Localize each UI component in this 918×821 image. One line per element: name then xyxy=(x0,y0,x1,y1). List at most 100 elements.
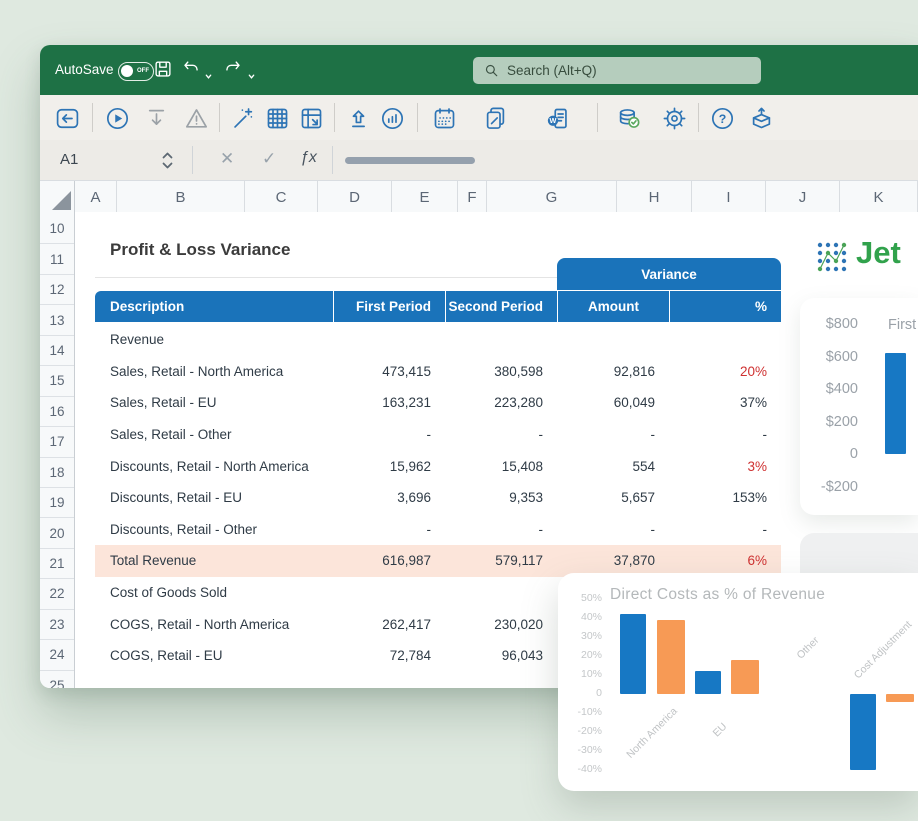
variance-header[interactable]: Variance xyxy=(557,258,781,290)
value-cell[interactable]: 60,049 xyxy=(557,387,669,419)
cell-stepper[interactable] xyxy=(160,147,174,173)
alerts-button[interactable] xyxy=(180,102,212,134)
value-cell[interactable]: - xyxy=(669,514,781,546)
value-cell[interactable]: 616,987 xyxy=(333,545,445,577)
cancel-icon[interactable]: ✕ xyxy=(220,149,234,169)
save-icon[interactable] xyxy=(152,58,174,80)
database-check-button[interactable] xyxy=(612,102,644,134)
value-cell[interactable]: 380,598 xyxy=(445,356,557,388)
column-header-G[interactable]: G xyxy=(487,181,617,213)
redo-icon[interactable] xyxy=(222,58,244,80)
magic-wand-button[interactable] xyxy=(227,102,259,134)
value-cell[interactable]: 92,816 xyxy=(557,356,669,388)
column-header-I[interactable]: I xyxy=(692,181,766,213)
row-header-18[interactable]: 18 xyxy=(40,458,74,488)
column-header-C[interactable]: C xyxy=(245,181,318,213)
value-cell[interactable]: - xyxy=(445,419,557,451)
value-cell[interactable]: 5,657 xyxy=(557,482,669,514)
description-cell[interactable]: COGS, Retail - EU xyxy=(95,640,333,672)
value-cell[interactable]: 37,870 xyxy=(557,545,669,577)
value-cell[interactable]: 579,117 xyxy=(445,545,557,577)
value-cell[interactable]: 3% xyxy=(669,450,781,482)
value-cell[interactable]: 15,408 xyxy=(445,450,557,482)
value-cell[interactable]: - xyxy=(333,514,445,546)
accept-icon[interactable]: ✓ xyxy=(262,149,276,169)
run-button[interactable] xyxy=(101,102,133,134)
description-cell[interactable]: Discounts, Retail - EU xyxy=(95,482,333,514)
redo-dropdown-chevron[interactable] xyxy=(248,67,255,74)
description-cell[interactable]: Discounts, Retail - North America xyxy=(95,450,333,482)
row-header-14[interactable]: 14 xyxy=(40,336,74,366)
row-header-11[interactable]: 11 xyxy=(40,244,74,274)
value-cell[interactable] xyxy=(333,324,445,356)
upload-button[interactable] xyxy=(342,102,374,134)
value-cell[interactable]: 72,784 xyxy=(333,640,445,672)
value-cell[interactable]: 163,231 xyxy=(333,387,445,419)
column-header-A[interactable]: A xyxy=(75,181,117,213)
formula-input[interactable] xyxy=(345,157,475,164)
table-column-header[interactable]: First Period xyxy=(333,291,445,322)
table-column-header[interactable]: % xyxy=(669,291,781,322)
undo-dropdown-chevron[interactable] xyxy=(205,67,212,74)
value-cell[interactable]: - xyxy=(557,419,669,451)
row-header-19[interactable]: 19 xyxy=(40,488,74,518)
value-cell[interactable]: 15,962 xyxy=(333,450,445,482)
value-cell[interactable] xyxy=(669,324,781,356)
description-cell[interactable]: Sales, Retail - EU xyxy=(95,387,333,419)
download-button[interactable] xyxy=(140,102,172,134)
chart-button[interactable] xyxy=(376,102,408,134)
row-header-21[interactable]: 21 xyxy=(40,549,74,579)
publish-button[interactable] xyxy=(745,102,777,134)
value-cell[interactable]: - xyxy=(669,419,781,451)
value-cell[interactable]: 262,417 xyxy=(333,608,445,640)
description-cell[interactable]: Cost of Goods Sold xyxy=(95,577,333,609)
search-box[interactable]: Search (Alt+Q) xyxy=(473,57,761,84)
row-header-10[interactable]: 10 xyxy=(40,214,74,244)
value-cell[interactable]: 473,415 xyxy=(333,356,445,388)
value-cell[interactable]: 6% xyxy=(669,545,781,577)
row-header-25[interactable]: 25 xyxy=(40,671,74,688)
description-cell[interactable]: Sales, Retail - North America xyxy=(95,356,333,388)
row-header-15[interactable]: 15 xyxy=(40,366,74,396)
value-cell[interactable] xyxy=(445,324,557,356)
undo-icon[interactable] xyxy=(180,58,202,80)
value-cell[interactable]: 223,280 xyxy=(445,387,557,419)
column-header-F[interactable]: F xyxy=(458,181,487,213)
help-button[interactable]: ? xyxy=(706,102,738,134)
value-cell[interactable]: 20% xyxy=(669,356,781,388)
name-box[interactable]: A1 xyxy=(60,151,78,168)
pivot-table-button[interactable] xyxy=(295,102,327,134)
select-all-button[interactable] xyxy=(40,181,75,213)
value-cell[interactable] xyxy=(557,324,669,356)
back-button[interactable] xyxy=(51,102,83,134)
column-header-E[interactable]: E xyxy=(392,181,458,213)
value-cell[interactable]: - xyxy=(557,514,669,546)
insert-function-icon[interactable]: ƒx xyxy=(300,149,317,167)
value-cell[interactable] xyxy=(333,577,445,609)
row-header-22[interactable]: 22 xyxy=(40,579,74,609)
row-header-20[interactable]: 20 xyxy=(40,518,74,548)
description-cell[interactable]: COGS, Retail - North America xyxy=(95,608,333,640)
value-cell[interactable]: 9,353 xyxy=(445,482,557,514)
row-header-13[interactable]: 13 xyxy=(40,305,74,335)
copy-report-button[interactable] xyxy=(479,102,511,134)
row-header-16[interactable]: 16 xyxy=(40,397,74,427)
value-cell[interactable]: 96,043 xyxy=(445,640,557,672)
table-column-header[interactable]: Amount xyxy=(557,291,669,322)
row-header-12[interactable]: 12 xyxy=(40,275,74,305)
table-grid-button[interactable] xyxy=(261,102,293,134)
word-export-button[interactable]: W xyxy=(541,102,573,134)
direct-costs-chart-card[interactable]: Direct Costs as % of Revenue 50%40%30%20… xyxy=(558,573,918,791)
mini-chart-card[interactable]: First $800$600$400$2000-$200 xyxy=(800,298,918,515)
table-column-header[interactable]: Second Period xyxy=(445,291,557,322)
value-cell[interactable]: 153% xyxy=(669,482,781,514)
column-header-B[interactable]: B xyxy=(117,181,245,213)
column-header-D[interactable]: D xyxy=(318,181,392,213)
settings-button[interactable] xyxy=(658,102,690,134)
table-column-header[interactable]: Description xyxy=(95,291,333,322)
column-header-J[interactable]: J xyxy=(766,181,840,213)
description-cell[interactable]: Revenue xyxy=(95,324,333,356)
row-header-17[interactable]: 17 xyxy=(40,427,74,457)
value-cell[interactable]: - xyxy=(333,419,445,451)
description-cell[interactable]: Sales, Retail - Other xyxy=(95,419,333,451)
